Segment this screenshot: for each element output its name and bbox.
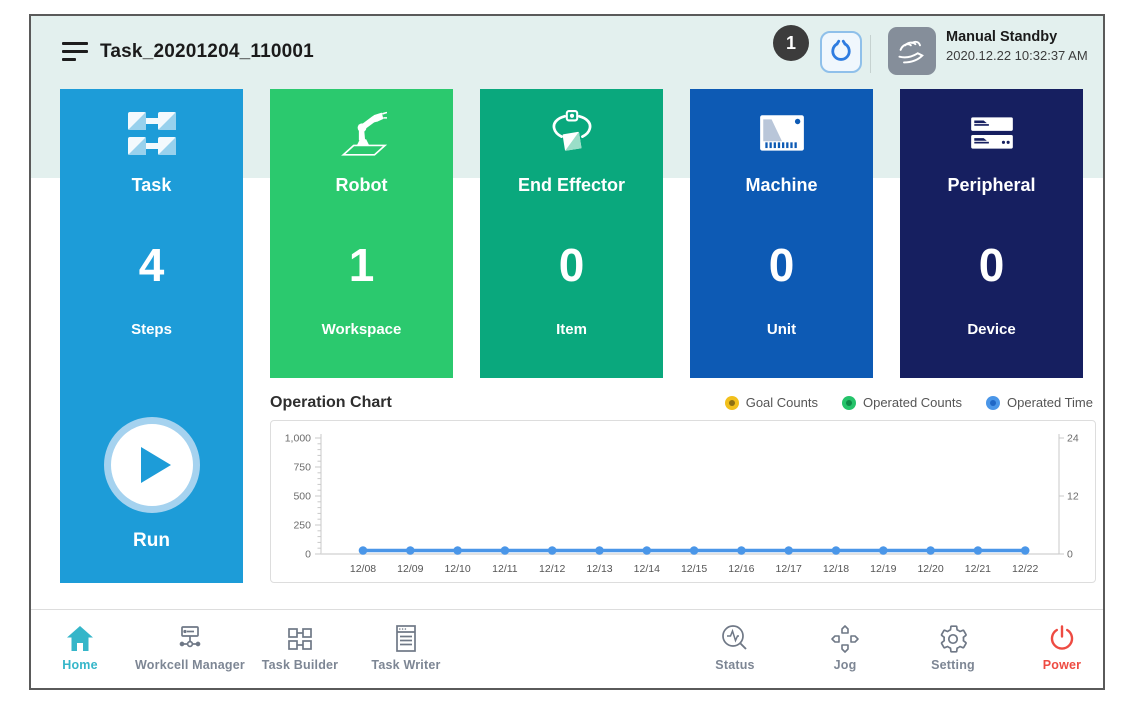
card-value: 0 <box>690 237 873 293</box>
operated-counts-dot-icon <box>842 396 856 410</box>
card-unit: Item <box>480 321 663 338</box>
operation-chart-svg: 0 250 500 750 1,000 0 12 24 12/08 12/09 12/10 12/11… <box>271 421 1095 582</box>
card-value: 4 <box>60 237 243 293</box>
svg-text:1,000: 1,000 <box>285 433 311 445</box>
card-unit: Workspace <box>270 321 453 338</box>
task-writer-icon <box>331 623 481 655</box>
svg-text:12/15: 12/15 <box>681 563 707 575</box>
legend-label: Goal Counts <box>746 395 818 410</box>
card-label: Task <box>60 175 243 196</box>
card-unit: Unit <box>690 321 873 338</box>
svg-text:12/09: 12/09 <box>397 563 423 575</box>
chart-legend: Goal Counts Operated Counts Operated Tim… <box>725 395 1093 410</box>
nav-divider <box>31 609 1103 610</box>
operation-chart-title: Operation Chart <box>270 392 392 414</box>
card-value: 0 <box>900 237 1083 293</box>
menu-icon[interactable] <box>62 42 88 64</box>
card-task[interactable]: Task 4 Steps Run <box>60 89 243 583</box>
manual-mode-icon[interactable] <box>888 27 936 75</box>
legend-label: Operated Time <box>1007 395 1093 410</box>
app-window: Task_20201204_110001 1 Manual Standby 20… <box>29 14 1105 690</box>
legend-operated-counts: Operated Counts <box>842 395 962 410</box>
header-divider <box>870 35 871 73</box>
operated-time-dot-icon <box>986 396 1000 410</box>
nav-label: Task Writer <box>331 658 481 672</box>
peripheral-server-icon <box>900 105 1083 163</box>
card-label: Robot <box>270 175 453 196</box>
svg-text:12/22: 12/22 <box>1012 563 1038 575</box>
card-machine[interactable]: Machine 0 Unit <box>690 89 873 378</box>
power-icon <box>987 623 1105 655</box>
card-peripheral[interactable]: Peripheral 0 Device <box>900 89 1083 378</box>
gripper-clamp-icon <box>828 37 854 68</box>
svg-text:12/20: 12/20 <box>917 563 943 575</box>
svg-text:12/19: 12/19 <box>870 563 896 575</box>
svg-text:500: 500 <box>293 491 311 503</box>
robot-arm-icon <box>270 105 453 163</box>
mode-timestamp: 2020.12.22 10:32:37 AM <box>946 48 1088 63</box>
legend-operated-time: Operated Time <box>986 395 1093 410</box>
nav-power[interactable]: Power <box>987 623 1105 672</box>
svg-text:12/13: 12/13 <box>586 563 612 575</box>
mode-title: Manual Standby <box>946 29 1088 45</box>
goal-counts-dot-icon <box>725 396 739 410</box>
svg-text:12: 12 <box>1067 491 1079 503</box>
svg-text:24: 24 <box>1067 433 1079 445</box>
servo-off-button[interactable] <box>820 31 862 73</box>
legend-label: Operated Counts <box>863 395 962 410</box>
card-unit: Steps <box>60 321 243 338</box>
play-icon[interactable] <box>104 417 200 513</box>
run-label: Run <box>60 530 243 552</box>
svg-text:750: 750 <box>293 462 311 474</box>
svg-text:12/11: 12/11 <box>492 563 518 575</box>
card-value: 1 <box>270 237 453 293</box>
card-unit: Device <box>900 321 1083 338</box>
svg-text:12/18: 12/18 <box>823 563 849 575</box>
card-label: Machine <box>690 175 873 196</box>
run-button[interactable]: Run <box>60 417 243 552</box>
card-value: 0 <box>480 237 663 293</box>
svg-text:0: 0 <box>305 549 311 561</box>
svg-text:12/12: 12/12 <box>539 563 565 575</box>
operation-chart: 0 250 500 750 1,000 0 12 24 12/08 12/09 12/10 12/11… <box>270 420 1096 583</box>
svg-text:12/17: 12/17 <box>776 563 802 575</box>
gripper-icon <box>480 105 663 163</box>
task-steps-icon <box>60 105 243 163</box>
card-robot[interactable]: Robot 1 Workspace <box>270 89 453 378</box>
nav-label: Power <box>987 658 1105 672</box>
svg-text:250: 250 <box>293 520 311 532</box>
svg-text:12/16: 12/16 <box>728 563 754 575</box>
card-label: Peripheral <box>900 175 1083 196</box>
svg-text:0: 0 <box>1067 549 1073 561</box>
card-label: End Effector <box>480 175 663 196</box>
robot-mode-status: Manual Standby 2020.12.22 10:32:37 AM <box>946 29 1088 63</box>
nav-task-writer[interactable]: Task Writer <box>331 623 481 672</box>
machine-icon <box>690 105 873 163</box>
page-title: Task_20201204_110001 <box>100 41 314 63</box>
legend-goal-counts: Goal Counts <box>725 395 818 410</box>
card-end-effector[interactable]: End Effector 0 Item <box>480 89 663 378</box>
annotation-badge: 1 <box>773 25 809 61</box>
svg-text:12/10: 12/10 <box>444 563 470 575</box>
svg-text:12/08: 12/08 <box>350 563 376 575</box>
svg-text:12/21: 12/21 <box>965 563 991 575</box>
svg-text:12/14: 12/14 <box>634 563 660 575</box>
